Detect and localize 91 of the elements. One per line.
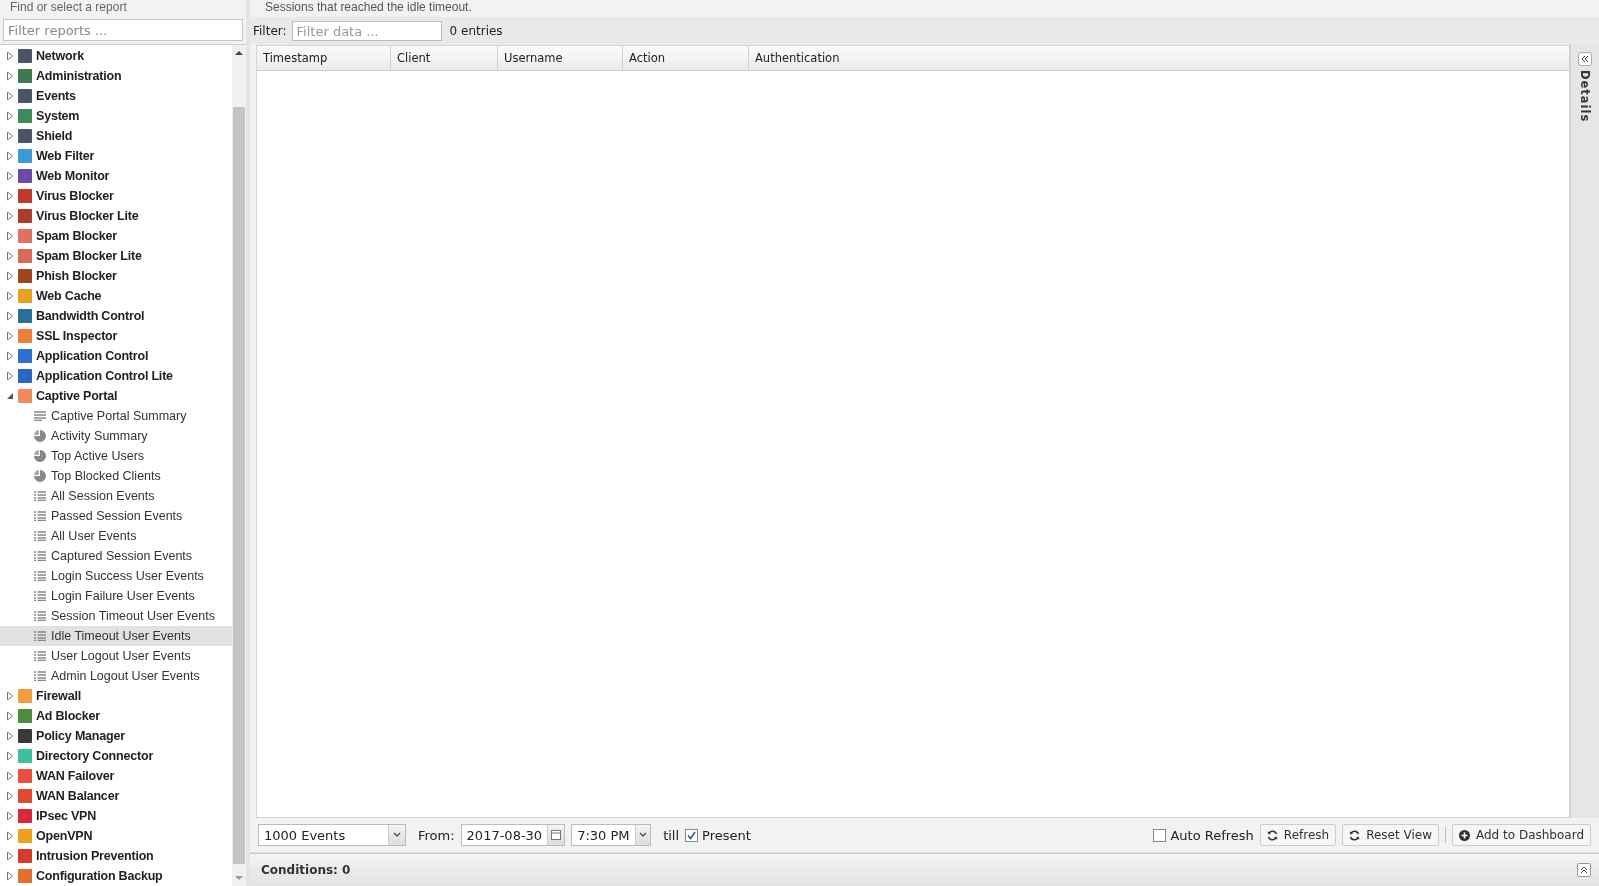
tree-item[interactable]: Policy Manager xyxy=(0,726,232,746)
column-header[interactable]: Timestamp xyxy=(257,46,391,70)
list-icon xyxy=(34,671,46,681)
tree-item[interactable]: WAN Balancer xyxy=(0,786,232,806)
till-label: till xyxy=(663,827,680,843)
double-chevron-up-icon xyxy=(1580,866,1588,874)
pie-chart-icon xyxy=(34,450,46,462)
tree-item[interactable]: Application Control xyxy=(0,346,232,366)
refresh-icon xyxy=(1266,829,1278,841)
list-icon xyxy=(34,611,46,621)
tree-item[interactable]: Directory Connector xyxy=(0,746,232,766)
tree-item[interactable]: System xyxy=(0,106,232,126)
report-item[interactable]: Login Failure User Events xyxy=(0,586,232,606)
report-item[interactable]: Captive Portal Summary xyxy=(0,406,232,426)
expand-button[interactable] xyxy=(1577,863,1591,877)
pie-chart-icon xyxy=(34,430,46,442)
column-header[interactable]: Client xyxy=(391,46,498,70)
column-header[interactable]: Username xyxy=(498,46,623,70)
tree-item[interactable]: IPsec VPN xyxy=(0,806,232,826)
list-icon xyxy=(34,651,46,661)
tree-item[interactable]: Captive Portal xyxy=(0,386,232,406)
report-item[interactable]: Idle Timeout User Events xyxy=(0,626,232,646)
present-checkbox[interactable]: Present xyxy=(685,827,751,843)
report-item[interactable]: Activity Summary xyxy=(0,426,232,446)
tree-item[interactable]: Bandwidth Control xyxy=(0,306,232,326)
refresh-button[interactable]: Refresh xyxy=(1259,824,1337,846)
tree-item[interactable]: Firewall xyxy=(0,686,232,706)
conditions-title: Conditions: 0 xyxy=(261,863,351,877)
details-label: Details xyxy=(1578,70,1592,123)
list-icon xyxy=(34,491,46,501)
tree-item[interactable]: Web Monitor xyxy=(0,166,232,186)
report-item[interactable]: Top Active Users xyxy=(0,446,232,466)
checkbox[interactable] xyxy=(685,828,699,842)
tree-item[interactable]: Configuration Backup xyxy=(0,866,232,886)
scrollbar[interactable] xyxy=(232,45,246,886)
tree-item[interactable]: SSL Inspector xyxy=(0,326,232,346)
tree-item[interactable]: Shield xyxy=(0,126,232,146)
report-description: Sessions that reached the idle timeout. xyxy=(264,0,473,16)
report-item[interactable]: User Logout User Events xyxy=(0,646,232,666)
list-icon xyxy=(34,551,46,561)
report-item[interactable]: Admin Logout User Events xyxy=(0,666,232,686)
report-item[interactable]: Top Blocked Clients xyxy=(0,466,232,486)
report-item[interactable]: All Session Events xyxy=(0,486,232,506)
pie-chart-icon xyxy=(34,470,46,482)
list-icon xyxy=(34,591,46,601)
tree-item[interactable]: Web Filter xyxy=(0,146,232,166)
refresh-icon xyxy=(1349,829,1361,841)
event-limit-dropdown[interactable]: 1000 Events xyxy=(258,824,406,846)
calendar-icon xyxy=(551,830,562,840)
list-icon xyxy=(34,511,46,521)
tree-item[interactable]: Events xyxy=(0,86,232,106)
refresh-button[interactable]: Reset View xyxy=(1342,824,1439,846)
filter-label: Filter: xyxy=(253,24,287,38)
text-lines-icon xyxy=(34,411,46,421)
tree-item[interactable]: Spam Blocker xyxy=(0,226,232,246)
report-item[interactable]: All User Events xyxy=(0,526,232,546)
collapse-button[interactable] xyxy=(1578,52,1592,66)
column-header[interactable]: Action xyxy=(623,46,749,70)
tree-item[interactable]: Ad Blocker xyxy=(0,706,232,726)
report-item[interactable]: Session Timeout User Events xyxy=(0,606,232,626)
scroll-up-icon[interactable] xyxy=(234,49,244,57)
entries-count: 0 entries xyxy=(449,24,503,38)
double-chevron-left-icon xyxy=(1581,55,1589,63)
list-icon xyxy=(34,631,46,641)
tree-item[interactable]: Phish Blocker xyxy=(0,266,232,286)
tree-item[interactable]: Administration xyxy=(0,66,232,86)
time-dropdown[interactable]: 7:30 PM xyxy=(571,824,652,846)
list-icon xyxy=(34,571,46,581)
report-item[interactable]: Passed Session Events xyxy=(0,506,232,526)
tree-item[interactable]: OpenVPN xyxy=(0,826,232,846)
tree-item[interactable]: Virus Blocker Lite xyxy=(0,206,232,226)
tree-item[interactable]: Virus Blocker xyxy=(0,186,232,206)
list-icon xyxy=(34,531,46,541)
tree-item[interactable]: Network xyxy=(0,46,232,66)
filter-reports-field[interactable]: Filter reports ... xyxy=(3,19,243,41)
tree-item[interactable]: Intrusion Prevention xyxy=(0,846,232,866)
report-item[interactable]: Login Success User Events xyxy=(0,566,232,586)
from-label: From: xyxy=(418,827,455,843)
tree-item[interactable]: Spam Blocker Lite xyxy=(0,246,232,266)
tree-item[interactable]: WAN Failover xyxy=(0,766,232,786)
tree-item[interactable]: Web Cache xyxy=(0,286,232,306)
auto-refresh-checkbox[interactable]: Auto Refresh xyxy=(1153,827,1254,843)
add-to-dashboard-button[interactable]: Add to Dashboard xyxy=(1452,824,1591,846)
filter-data-field[interactable]: Filter data ... xyxy=(291,21,442,41)
report-item[interactable]: Captured Session Events xyxy=(0,546,232,566)
add-circle-icon xyxy=(1459,829,1470,841)
column-header[interactable]: Authentication xyxy=(749,46,1569,70)
date-field[interactable]: 2017-08-30 xyxy=(460,824,566,846)
panel-title: Find or select a report xyxy=(0,0,246,19)
checkbox[interactable] xyxy=(1153,828,1167,842)
tree-item[interactable]: Application Control Lite xyxy=(0,366,232,386)
